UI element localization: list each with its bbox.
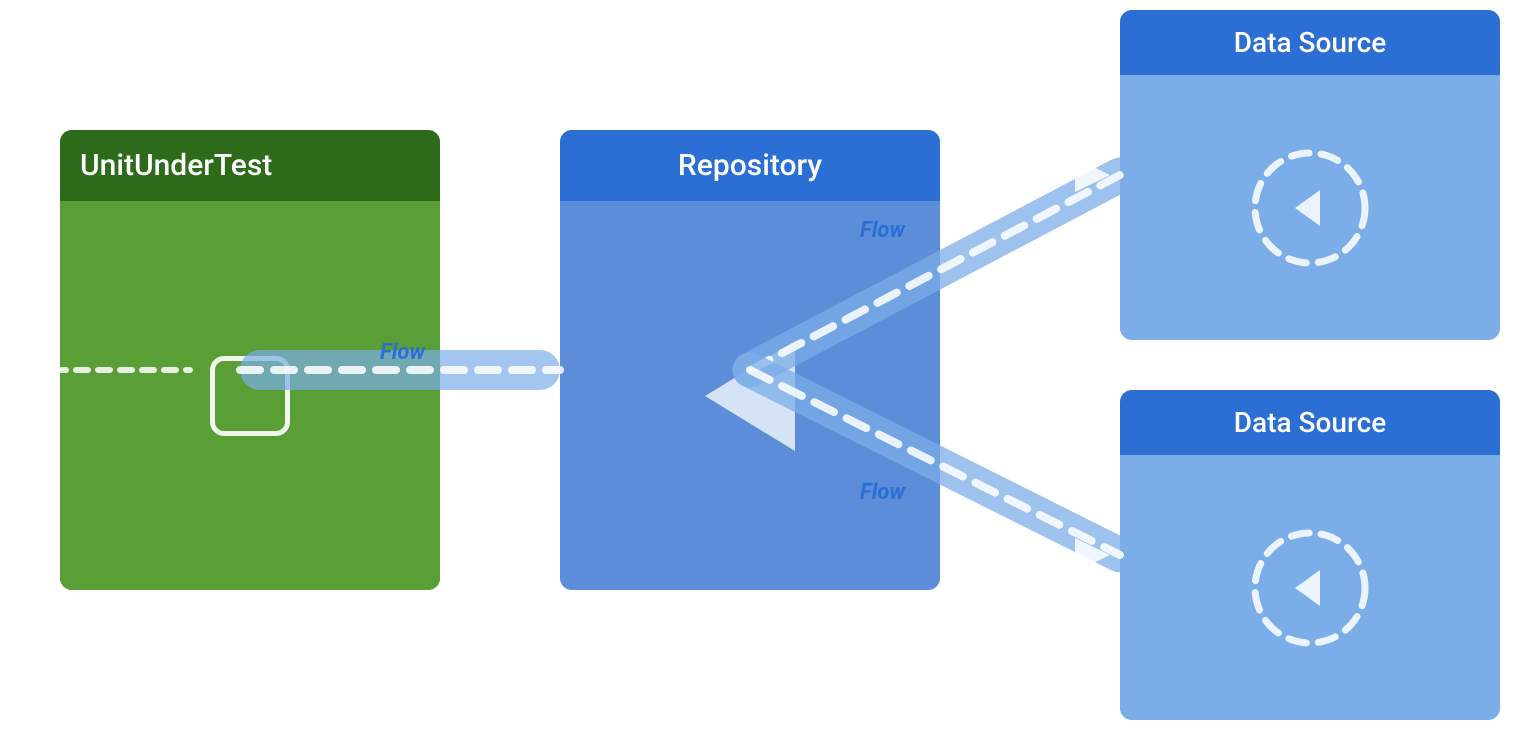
flow-label-1: Flow: [380, 340, 425, 365]
square-icon: [210, 356, 290, 436]
repository-title: Repository: [560, 130, 940, 201]
data-source-top-title: Data Source: [1120, 10, 1500, 75]
triangle-icon: [705, 341, 795, 451]
data-source-top-body: [1120, 75, 1500, 340]
flow-label-3: Flow: [860, 480, 905, 505]
data-source-top-box: Data Source: [1120, 10, 1500, 340]
repository-body: [560, 201, 940, 590]
unit-under-test-body: [60, 201, 440, 590]
data-source-bottom-title: Data Source: [1120, 390, 1500, 455]
diagram-container: UnitUnderTest Repository Data Source Dat…: [0, 0, 1519, 741]
data-source-bottom-body: [1120, 455, 1500, 720]
flow-label-2: Flow: [860, 218, 905, 243]
repository-box: Repository: [560, 130, 940, 590]
circle-arrow-bottom-icon: [1240, 518, 1380, 658]
data-source-bottom-box: Data Source: [1120, 390, 1500, 720]
unit-under-test-title: UnitUnderTest: [60, 130, 440, 201]
circle-arrow-top-icon: [1240, 138, 1380, 278]
